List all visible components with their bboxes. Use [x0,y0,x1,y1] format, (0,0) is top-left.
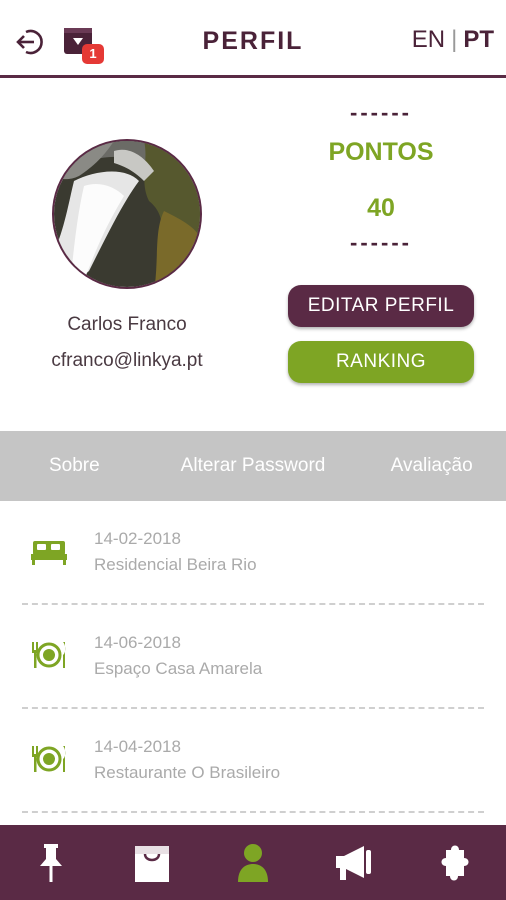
visit-date: 14-02-2018 [94,529,181,548]
nav-item-news[interactable] [304,825,405,900]
visit-place: Restaurante O Brasileiro [94,763,281,782]
list-item[interactable]: 14-06-2018 Espaço Casa Amarela [22,605,484,709]
avatar-waterfall-image [54,141,200,287]
history-list: 14-02-2018 Residencial Beira Rio 14-06-2… [0,501,506,813]
points-value: 40 [367,194,395,222]
shop-icon [134,845,169,882]
bottom-navigation [0,825,506,900]
language-switcher: EN | PT [412,26,494,54]
visit-date: 14-06-2018 [94,633,181,652]
restaurant-icon [32,642,66,668]
visit-place: Espaço Casa Amarela [94,659,263,678]
visit-place: Residencial Beira Rio [94,555,257,574]
tab-rating[interactable]: Avaliação [357,431,506,501]
edit-profile-button[interactable]: EDITAR PERFIL [288,285,474,327]
top-bar: 1 PERFIL EN | PT [0,0,506,78]
lang-en-option[interactable]: EN [412,26,445,53]
user-icon [238,843,268,882]
points-label: PONTOS [328,138,434,166]
lang-pt-option[interactable]: PT [463,26,494,53]
tab-change-password[interactable]: Alterar Password [149,431,358,501]
user-email: cfranco@linkya.pt [51,350,203,371]
lang-separator: | [451,26,458,53]
pin-icon [39,843,62,882]
nav-item-shop[interactable] [101,825,202,900]
list-item[interactable]: 14-04-2018 Restaurante O Brasileiro [22,709,484,813]
points-top-divider: ------ [350,100,412,125]
puzzle-icon [441,845,469,880]
ranking-button[interactable]: RANKING [288,341,474,383]
points-bottom-divider: ------ [350,230,412,255]
visit-date: 14-04-2018 [94,737,181,756]
list-item[interactable]: 14-02-2018 Residencial Beira Rio [22,501,484,605]
nav-item-pin[interactable] [0,825,101,900]
bed-icon [31,541,67,565]
avatar [52,139,202,289]
megaphone-icon [336,845,372,880]
nav-item-activities[interactable] [405,825,506,900]
profile-tabs: Sobre Alterar Password Avaliação [0,431,506,501]
tab-about[interactable]: Sobre [0,431,149,501]
restaurant-icon [32,746,66,772]
nav-item-profile[interactable] [202,825,303,900]
user-name: Carlos Franco [67,314,187,335]
